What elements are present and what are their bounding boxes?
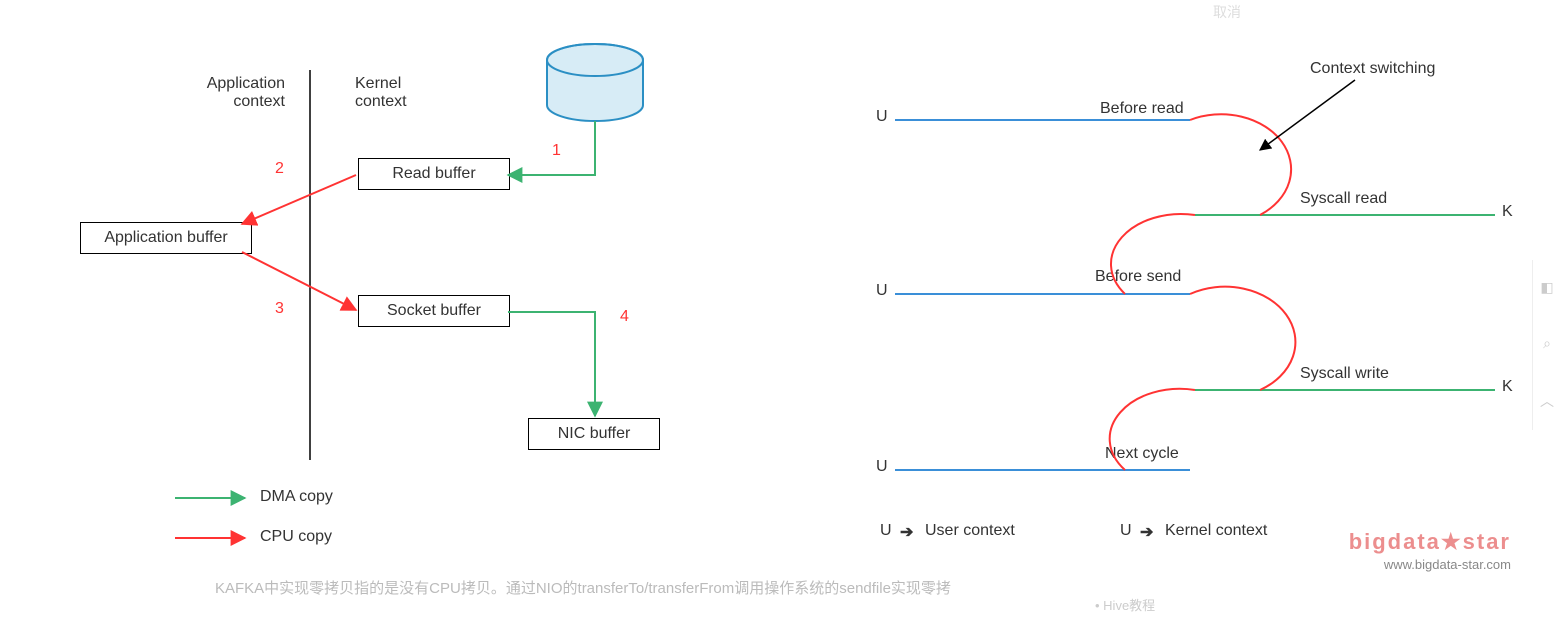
text-application-buffer: Application buffer xyxy=(104,229,227,246)
sidebar-item-hive[interactable]: • Hive教程 xyxy=(1095,595,1155,614)
legend-U-symbol-1: U xyxy=(880,522,892,540)
label-context-switching: Context switching xyxy=(1310,60,1435,78)
label-kernel-context: Kernel context xyxy=(355,75,407,111)
tool-icon-2[interactable]: ⌕ xyxy=(1543,335,1551,352)
disk-icon xyxy=(547,44,643,121)
side-toolbar: ◧ ⌕ ︿ xyxy=(1532,260,1561,430)
text-read-buffer: Read buffer xyxy=(392,165,475,182)
label-before-read: Before read xyxy=(1100,100,1184,118)
text-socket-buffer: Socket buffer xyxy=(387,302,481,319)
box-nic-buffer: NIC buffer xyxy=(528,418,660,450)
step-1: 1 xyxy=(552,142,561,160)
caption-text: KAFKA中实现零拷贝指的是没有CPU拷贝。通过NIO的transferTo/t… xyxy=(215,577,951,598)
label-next-cycle: Next cycle xyxy=(1105,445,1179,463)
top-faint-text: 取消 xyxy=(1213,2,1241,22)
text-nic-buffer: NIC buffer xyxy=(558,425,631,442)
diagram-stage: Application context Kernel context Appli… xyxy=(0,0,1561,620)
tool-icon-1[interactable]: ◧ xyxy=(1540,279,1553,296)
watermark-brand: bigdata★star xyxy=(1349,529,1511,555)
marker-K-2: K xyxy=(1502,378,1513,396)
box-socket-buffer: Socket buffer xyxy=(358,295,510,327)
legend-cpu-label: CPU copy xyxy=(260,528,332,546)
legend-user-context: User context xyxy=(925,522,1015,540)
label-syscall-write: Syscall write xyxy=(1300,365,1389,383)
box-read-buffer: Read buffer xyxy=(358,158,510,190)
label-application-context: Application context xyxy=(185,75,285,111)
sidebar-item-hive-label: Hive教程 xyxy=(1103,598,1155,613)
arrow-icon-2: ➔ xyxy=(1140,522,1153,542)
legend-U-symbol-2: U xyxy=(1120,522,1132,540)
tool-icon-3[interactable]: ︿ xyxy=(1540,391,1554,411)
label-syscall-read: Syscall read xyxy=(1300,190,1387,208)
legend-kernel-context: Kernel context xyxy=(1165,522,1267,540)
arrow-icon: ➔ xyxy=(900,522,913,542)
box-application-buffer: Application buffer xyxy=(80,222,252,254)
step-4: 4 xyxy=(620,308,629,326)
marker-U-2: U xyxy=(876,282,888,300)
marker-K-1: K xyxy=(1502,203,1513,221)
label-before-send: Before send xyxy=(1095,268,1181,286)
marker-U-1: U xyxy=(876,108,888,126)
watermark-url: www.bigdata-star.com xyxy=(1384,557,1511,572)
legend-dma-label: DMA copy xyxy=(260,488,333,506)
step-3: 3 xyxy=(275,300,284,318)
step-2: 2 xyxy=(275,160,284,178)
marker-U-3: U xyxy=(876,458,888,476)
